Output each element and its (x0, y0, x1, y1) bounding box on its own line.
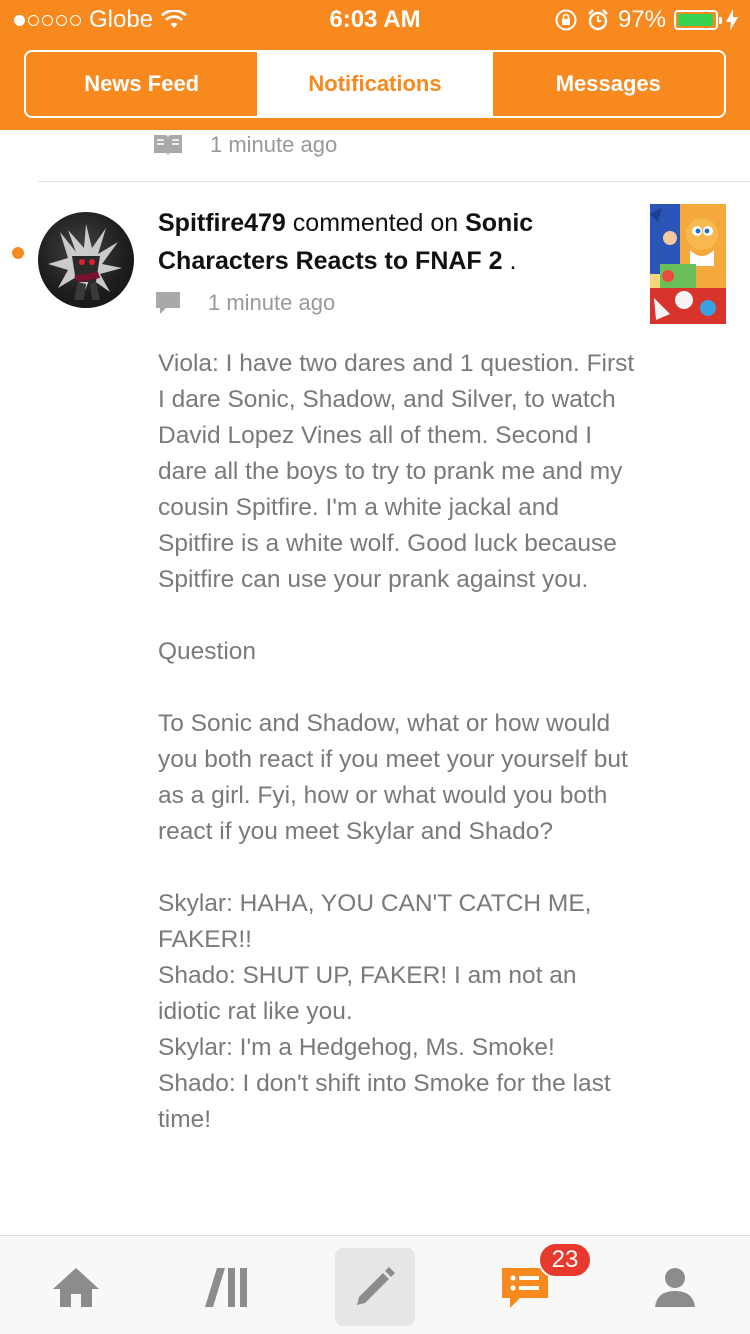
bottom-nav: 23 (0, 1235, 750, 1334)
unread-indicator (12, 247, 24, 259)
book-icon (154, 135, 182, 156)
nav-library[interactable] (186, 1248, 266, 1326)
home-icon (53, 1268, 99, 1307)
tab-bar: News Feed Notifications Messages (24, 50, 726, 118)
notification-count-badge: 23 (538, 1242, 592, 1278)
alarm-icon (588, 9, 608, 31)
nav-write[interactable] (335, 1248, 415, 1326)
notification-suffix: . (502, 247, 517, 275)
battery-percent: 97% (617, 6, 666, 33)
tab-notifications-label: Notifications (308, 71, 442, 96)
tab-news-feed[interactable]: News Feed (26, 52, 260, 116)
avatar-image (48, 224, 122, 300)
tab-messages[interactable]: Messages (493, 52, 724, 116)
notification-user[interactable]: Spitfire479 (158, 209, 286, 237)
nav-profile[interactable] (635, 1248, 715, 1326)
notification-title[interactable]: Spitfire479 commented on Sonic Character… (158, 204, 628, 280)
write-icon (357, 1267, 395, 1305)
tab-notifications[interactable]: Notifications (259, 52, 493, 116)
avatar[interactable] (38, 212, 134, 308)
library-icon (205, 1268, 247, 1307)
notifications-list: 1 minute ago Spitfire479 commented on So… (0, 130, 750, 1235)
nav-home[interactable] (36, 1248, 116, 1326)
charging-icon (726, 9, 738, 31)
tab-news-feed-label: News Feed (84, 71, 200, 96)
battery-icon (674, 10, 722, 30)
notification-meta: 1 minute ago (154, 290, 335, 316)
notification-action: commented on (285, 209, 466, 237)
status-bar: Globe 6:03 AM 97% (0, 0, 750, 40)
status-icons: 97% (554, 6, 738, 34)
profile-icon (655, 1268, 695, 1307)
app-header: Globe 6:03 AM 97% News Feed Notification… (0, 0, 750, 130)
story-cover-thumbnail[interactable] (650, 204, 726, 324)
story-cover-image (650, 204, 726, 324)
previous-notification-meta: 1 minute ago (152, 132, 337, 158)
orientation-lock-icon (555, 9, 577, 31)
comment-icon (156, 292, 180, 314)
notification-time: 1 minute ago (208, 290, 336, 315)
previous-notification[interactable]: 1 minute ago (38, 130, 750, 182)
previous-notification-time: 1 minute ago (210, 132, 338, 157)
tab-messages-label: Messages (555, 71, 661, 96)
comment-text: Viola: I have two dares and 1 question. … (158, 350, 635, 1133)
